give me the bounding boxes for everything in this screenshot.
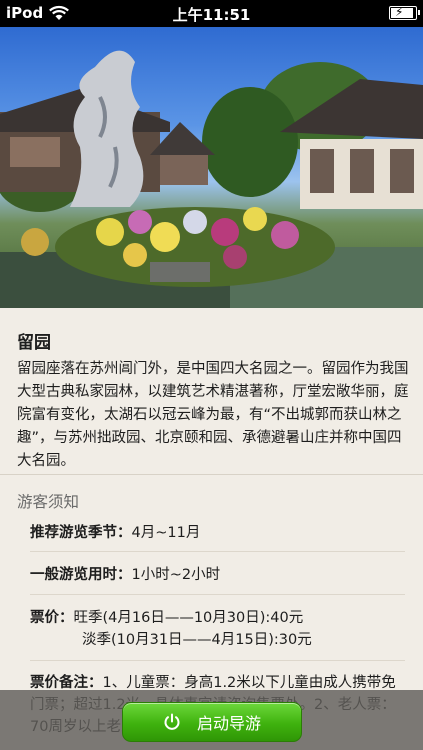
divider	[30, 660, 405, 661]
info-label: 票价：	[30, 610, 74, 626]
attraction-title: 留园	[17, 333, 51, 353]
notice-section-title: 游客须知	[17, 493, 80, 511]
info-value: 4月~11月	[131, 525, 201, 541]
info-label: 推荐游览季节：	[30, 525, 132, 541]
battery-charging-icon: ⚡	[389, 5, 420, 20]
info-row-season: 推荐游览季节：4月~11月	[30, 522, 405, 544]
attraction-description: 留园座落在苏州阊门外，是中国四大名园之一。留园作为我国大型古典私家园林，以建筑艺…	[17, 361, 409, 469]
info-value-second: 淡季(10月31日——4月15日):30元	[82, 632, 312, 648]
info-row-price: 票价：旺季(4月16日——10月30日):40元 淡季(10月31日——4月15…	[30, 607, 405, 651]
divider	[0, 474, 423, 475]
start-guide-label: 启动导游	[196, 714, 261, 733]
start-guide-button[interactable]: 启动导游	[122, 702, 302, 742]
divider	[30, 551, 405, 552]
clock: 上午11:51	[172, 6, 251, 24]
power-icon	[163, 713, 181, 731]
info-row-duration: 一般游览用时：1小时~2小时	[30, 564, 405, 586]
garden-photo	[0, 50, 423, 308]
info-value: 1小时~2小时	[131, 567, 221, 583]
info-label: 票价备注：	[30, 675, 103, 691]
info-value: 旺季(4月16日——10月30日):40元	[73, 610, 304, 626]
bottom-action-bar: 启动导游	[0, 690, 423, 750]
divider	[30, 594, 405, 595]
status-bar: iPod 上午11:51 ⚡	[0, 0, 423, 27]
info-label: 一般游览用时：	[30, 567, 132, 583]
detail-panel[interactable]: 留园 留园座落在苏州阊门外，是中国四大名园之一。留园作为我国大型古典私家园林，以…	[0, 308, 423, 750]
photo-carousel[interactable]	[0, 27, 423, 308]
